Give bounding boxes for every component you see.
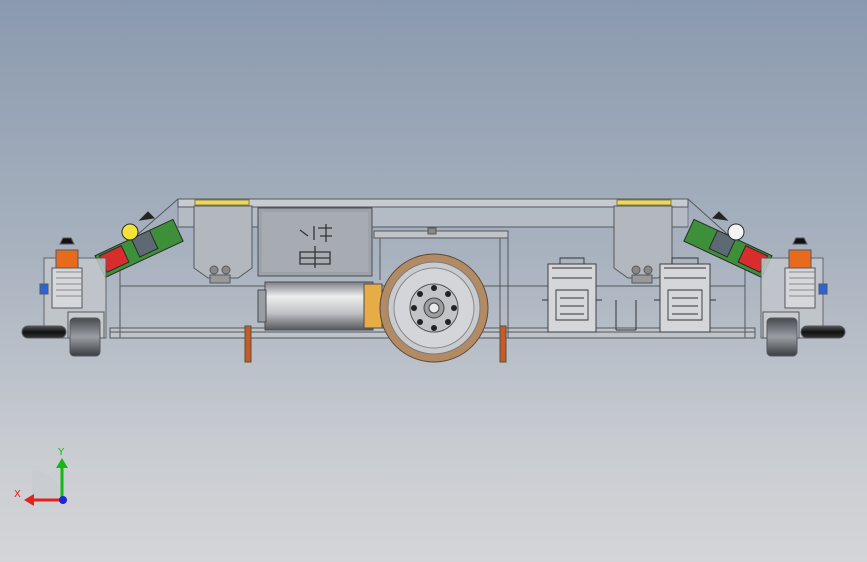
chassis-model[interactable]: Y X (0, 0, 867, 562)
y-axis-arrowhead (56, 458, 68, 468)
left-caster-assembly (21, 237, 107, 357)
lift-mechanism-left (542, 257, 602, 333)
center-bracket (615, 300, 637, 331)
cad-viewport[interactable]: Y X (0, 0, 867, 562)
y-axis-label: Y (57, 447, 65, 458)
coordinate-triad: Y X (14, 447, 68, 506)
left-sensor-board (94, 211, 184, 279)
z-axis-dot (59, 496, 67, 504)
control-box (257, 207, 373, 277)
drive-wheel (379, 253, 489, 363)
lift-mechanism-right (654, 257, 716, 333)
left-gearbox (193, 205, 253, 284)
drive-motor (257, 281, 383, 331)
x-axis-arrowhead (24, 494, 34, 506)
right-caster-assembly (760, 237, 846, 357)
x-axis-label: X (14, 489, 21, 500)
